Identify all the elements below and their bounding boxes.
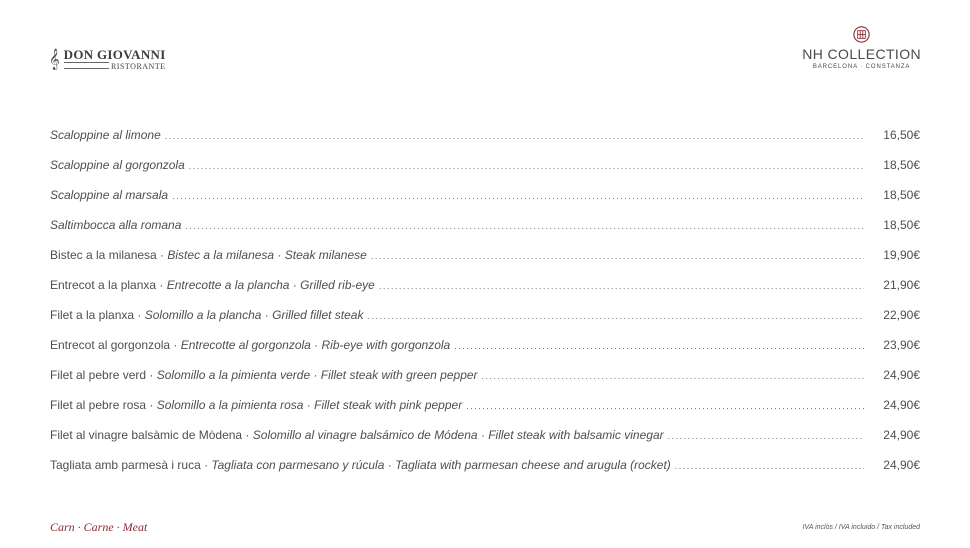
menu-item-name: Saltimbocca alla romana [50,218,181,232]
leader-dots [172,190,864,202]
menu-item-translation: Tagliata con parmesano y rúcula · Taglia… [211,458,671,472]
menu-item-price: 18,50€ [883,218,920,232]
leader-dots [675,460,864,472]
nh-collection-logo: NH COLLECTION BARCELONA · CONSTANZA [802,26,921,70]
menu-item-price: 16,50€ [883,128,920,142]
leader-dots [668,430,864,442]
menu-item: Bistec a la milanesa · Bistec a la milan… [50,248,920,278]
menu-item-catalan-name: Filet al vinagre balsàmic de Mòdena · [50,428,253,442]
menu-item-price: 19,90€ [883,248,920,262]
menu-item-catalan-name: Filet a la planxa · [50,308,145,322]
menu-item-name: Filet a la planxa · Solomillo a la planc… [50,308,363,322]
menu-item-translation: Solomillo a la plancha · Grilled fillet … [144,308,364,322]
menu-item: Filet a la planxa · Solomillo a la planc… [50,308,920,338]
don-giovanni-logo: 𝄞 DON GIOVANNI RISTORANTE [49,48,166,71]
menu-item-price: 18,50€ [883,158,920,172]
menu-item-price: 24,90€ [883,368,920,382]
menu-item-translation: Solomillo a la pimienta verde · Fillet s… [156,368,478,382]
section-title: Carn · Carne · Meat [50,520,148,534]
menu-item-price: 23,90€ [883,338,920,352]
menu-item-name: Filet al pebre rosa · Solomillo a la pim… [50,398,462,412]
menu-item: Filet al pebre verd · Solomillo a la pim… [50,368,920,398]
menu-item: Saltimbocca alla romana 18,50€ [50,218,920,248]
menu-item-catalan-name: Bistec a la milanesa · [50,248,168,262]
menu-item-catalan-name: Entrecot a la planxa · [50,278,167,292]
menu-item-translation: Saltimbocca alla romana [50,218,182,232]
menu-item: Tagliata amb parmesà i ruca · Tagliata c… [50,458,920,488]
menu-item-price: 22,90€ [883,308,920,322]
menu-item-name: Filet al pebre verd · Solomillo a la pim… [50,368,478,382]
logo-subtitle: RISTORANTE [108,62,166,71]
menu-item-catalan-name: Filet al pebre verd · [50,368,157,382]
menu-item-name: Filet al vinagre balsàmic de Mòdena · So… [50,428,664,442]
menu-item: Scaloppine al limone 16,50€ [50,128,920,158]
menu-item-translation: Solomillo a la pimienta rosa · Fillet st… [156,398,463,412]
menu-item-price: 24,90€ [883,398,920,412]
menu-item-name: Tagliata amb parmesà i ruca · Tagliata c… [50,458,671,472]
leader-dots [185,220,864,232]
leader-dots [367,310,864,322]
menu-item: Filet al vinagre balsàmic de Mòdena · So… [50,428,920,458]
leader-dots [189,160,864,172]
leader-dots [379,280,864,292]
leader-dots [371,250,864,262]
menu-item: Entrecot a la planxa · Entrecotte a la p… [50,278,920,308]
menu-item-name: Scaloppine al marsala [50,188,168,202]
menu-item-translation: Entrecotte al gorgonzola · Rib-eye with … [180,338,451,352]
nh-emblem-icon [853,26,870,43]
nh-prefix: NH [802,46,824,62]
logo-name: DON GIOVANNI [63,47,166,62]
leader-dots [482,370,864,382]
menu-item-name: Scaloppine al limone [50,128,161,142]
menu-item-name: Entrecot al gorgonzola · Entrecotte al g… [50,338,450,352]
menu-item-price: 18,50€ [883,188,920,202]
leader-dots [454,340,864,352]
menu-item-name: Entrecot a la planxa · Entrecotte a la p… [50,278,375,292]
menu-item: Scaloppine al marsala 18,50€ [50,188,920,218]
menu-item-price: 24,90€ [883,458,920,472]
menu-item-name: Scaloppine al gorgonzola [50,158,185,172]
menu-item-price: 24,90€ [883,428,920,442]
menu-item-translation: Scaloppine al marsala [50,188,169,202]
menu-item-translation: Scaloppine al limone [50,128,161,142]
nh-brand: NH COLLECTION [802,46,921,62]
tax-note: IVA inclòs / IVA incluido / Tax included [802,524,920,531]
menu-item-catalan-name: Tagliata amb parmesà i ruca · [50,458,212,472]
menu-item-name: Bistec a la milanesa · Bistec a la milan… [50,248,367,262]
menu-item-catalan-name: Entrecot al gorgonzola · [50,338,181,352]
menu-item-translation: Solomillo al vinagre balsámico de Módena… [252,428,664,442]
menu-item: Entrecot al gorgonzola · Entrecotte al g… [50,338,920,368]
menu-item-translation: Scaloppine al gorgonzola [50,158,185,172]
treble-clef-icon: 𝄞 [49,48,60,70]
logo-text: DON GIOVANNI RISTORANTE [63,47,166,71]
leader-dots [466,400,864,412]
menu-list: Scaloppine al limone16,50€Scaloppine al … [50,128,920,488]
leader-dots [165,130,864,142]
menu-item-price: 21,90€ [883,278,920,292]
nh-location: BARCELONA · CONSTANZA [812,64,911,70]
menu-item-translation: Bistec a la milanesa · Steak milanese [167,248,367,262]
menu-item: Filet al pebre rosa · Solomillo a la pim… [50,398,920,428]
nh-collection: COLLECTION [827,46,921,62]
menu-item-catalan-name: Filet al pebre rosa · [50,398,157,412]
menu-item: Scaloppine al gorgonzola 18,50€ [50,158,920,188]
menu-item-translation: Entrecotte a la plancha · Grilled rib-ey… [166,278,375,292]
